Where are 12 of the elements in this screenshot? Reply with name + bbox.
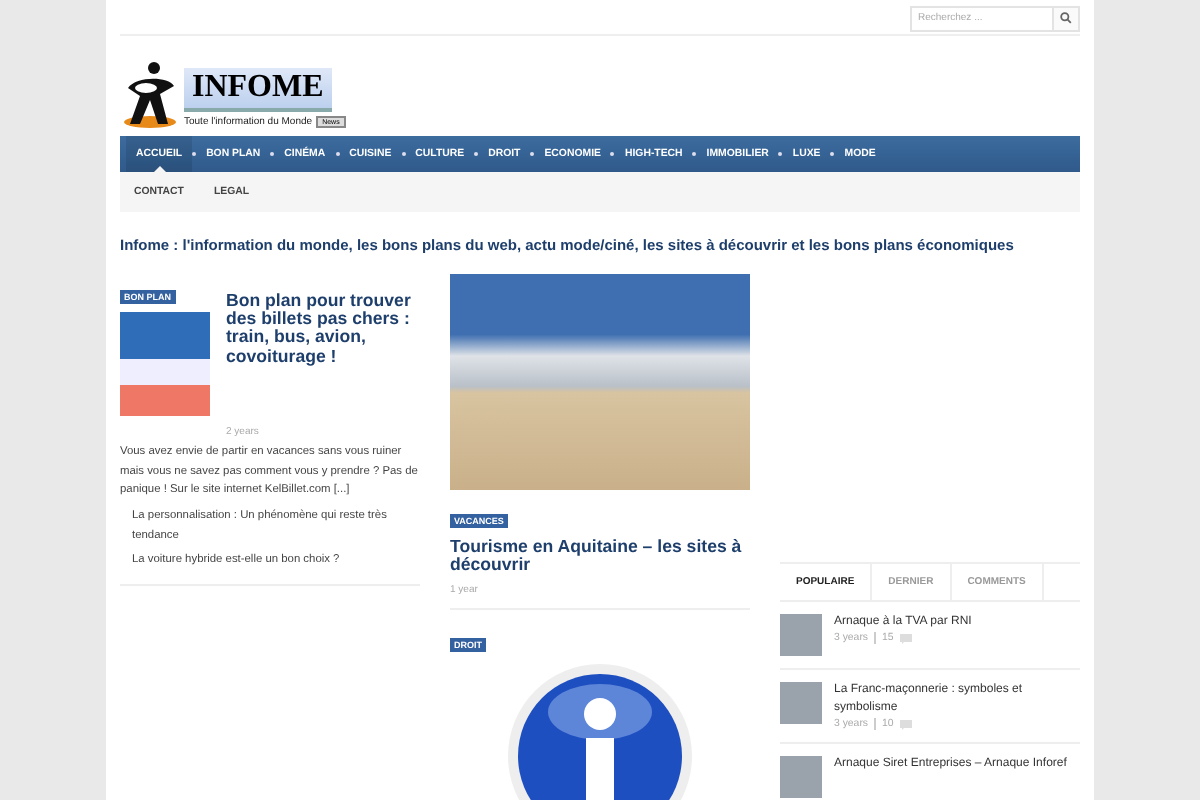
- comment-icon: [899, 633, 912, 643]
- article-title[interactable]: Tourisme en Aquitaine – les sites à découvrir: [450, 538, 750, 575]
- person-logo-icon: [120, 60, 180, 128]
- search-button[interactable]: [1054, 5, 1080, 31]
- post-thumbnail: [780, 756, 822, 798]
- search-icon: [1060, 12, 1072, 24]
- screenshot-thumbnail: [120, 312, 210, 416]
- comment-icon: [899, 719, 912, 729]
- article-title[interactable]: Bon plan pour trouver des billets pas chers : train, bus, avion, covoiturage !: [226, 292, 420, 366]
- logo-title: INFOME: [184, 68, 332, 112]
- post-thumbnail: [780, 682, 822, 724]
- post-thumbnail: [780, 614, 822, 656]
